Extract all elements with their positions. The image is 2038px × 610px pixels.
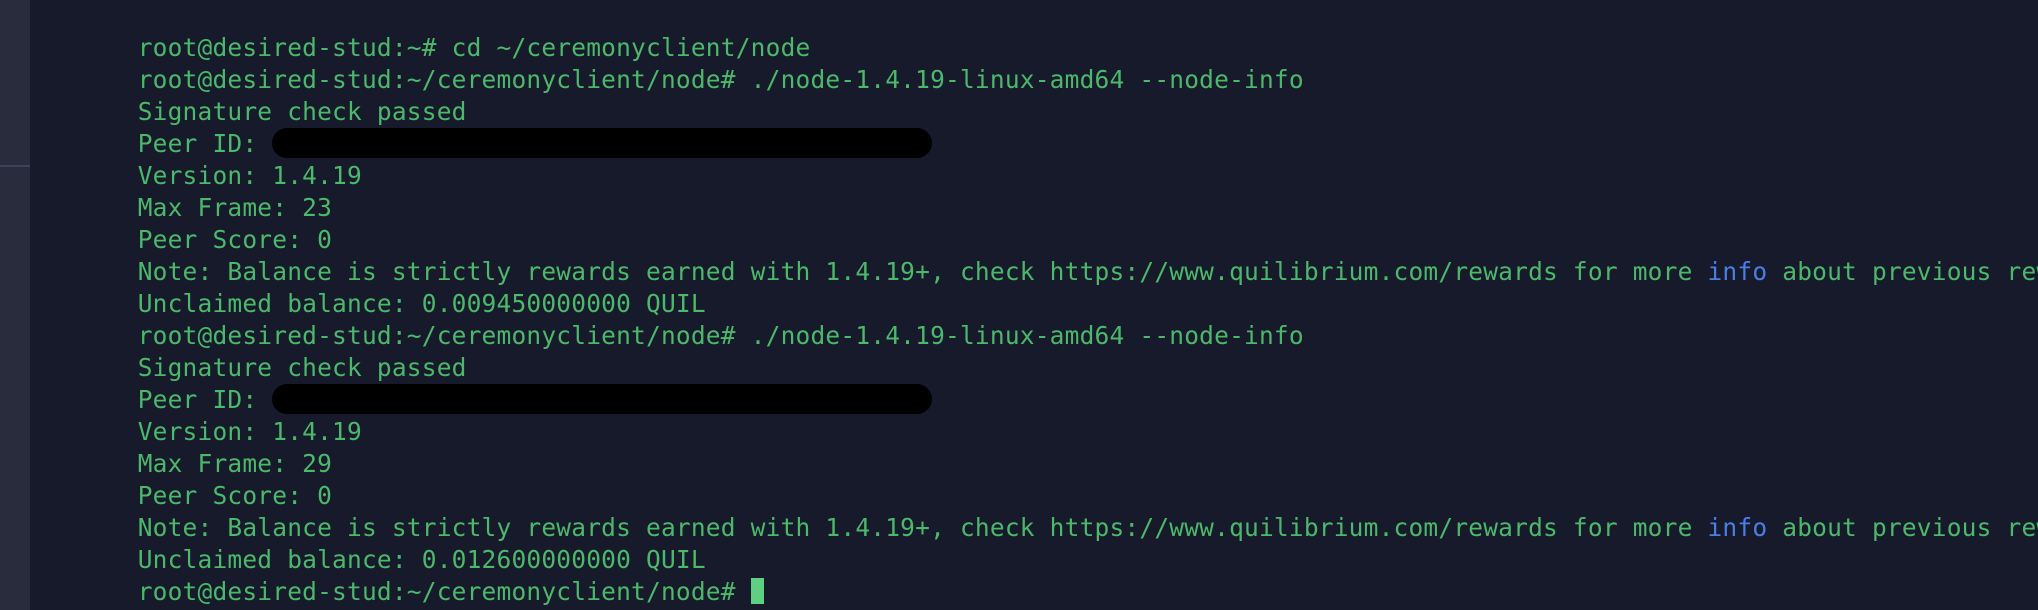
terminal-line-max-frame-2: Max Frame: 29 [30, 416, 2038, 478]
terminal-line-note-1: Note: Balance is strictly rewards earned… [30, 224, 2038, 286]
gutter-divider [0, 165, 30, 167]
terminal-line-max-frame-1: Max Frame: 23 [30, 160, 2038, 222]
terminal-line-version-2: Version: 1.4.19 [30, 384, 2038, 446]
terminal-line-note-2: Note: Balance is strictly rewards earned… [30, 480, 2038, 542]
terminal-line-node-info-command-1: root@desired-stud:~/ceremonyclient/node#… [30, 32, 2038, 94]
terminal-line-cd-command: root@desired-stud:~# cd ~/ceremonyclient… [30, 0, 2038, 62]
terminal-line-active-prompt[interactable]: root@desired-stud:~/ceremonyclient/node# [30, 544, 2038, 606]
terminal-line-signature-1: Signature check passed [30, 64, 2038, 126]
block-cursor [750, 578, 764, 604]
terminal-line-node-info-command-2: root@desired-stud:~/ceremonyclient/node#… [30, 288, 2038, 350]
terminal-line-version-1: Version: 1.4.19 [30, 128, 2038, 190]
terminal-output-area[interactable]: root@desired-stud:~# cd ~/ceremonyclient… [30, 0, 2038, 610]
terminal-line-peer-score-2: Peer Score: 0 [30, 448, 2038, 510]
terminal-line-unclaimed-balance-1: Unclaimed balance: 0.009450000000 QUIL [30, 256, 2038, 318]
terminal-line-peer-id-2: Peer ID: [30, 352, 2038, 414]
prompt-text: root@desired-stud:~/ceremonyclient/node# [137, 577, 751, 606]
terminal-screen: root@desired-stud:~# cd ~/ceremonyclient… [0, 0, 2038, 610]
terminal-line-peer-score-1: Peer Score: 0 [30, 192, 2038, 254]
left-gutter [0, 0, 30, 610]
terminal-line-unclaimed-balance-2: Unclaimed balance: 0.012600000000 QUIL [30, 512, 2038, 574]
terminal-line-signature-2: Signature check passed [30, 320, 2038, 382]
terminal-line-peer-id-1: Peer ID: [30, 96, 2038, 158]
